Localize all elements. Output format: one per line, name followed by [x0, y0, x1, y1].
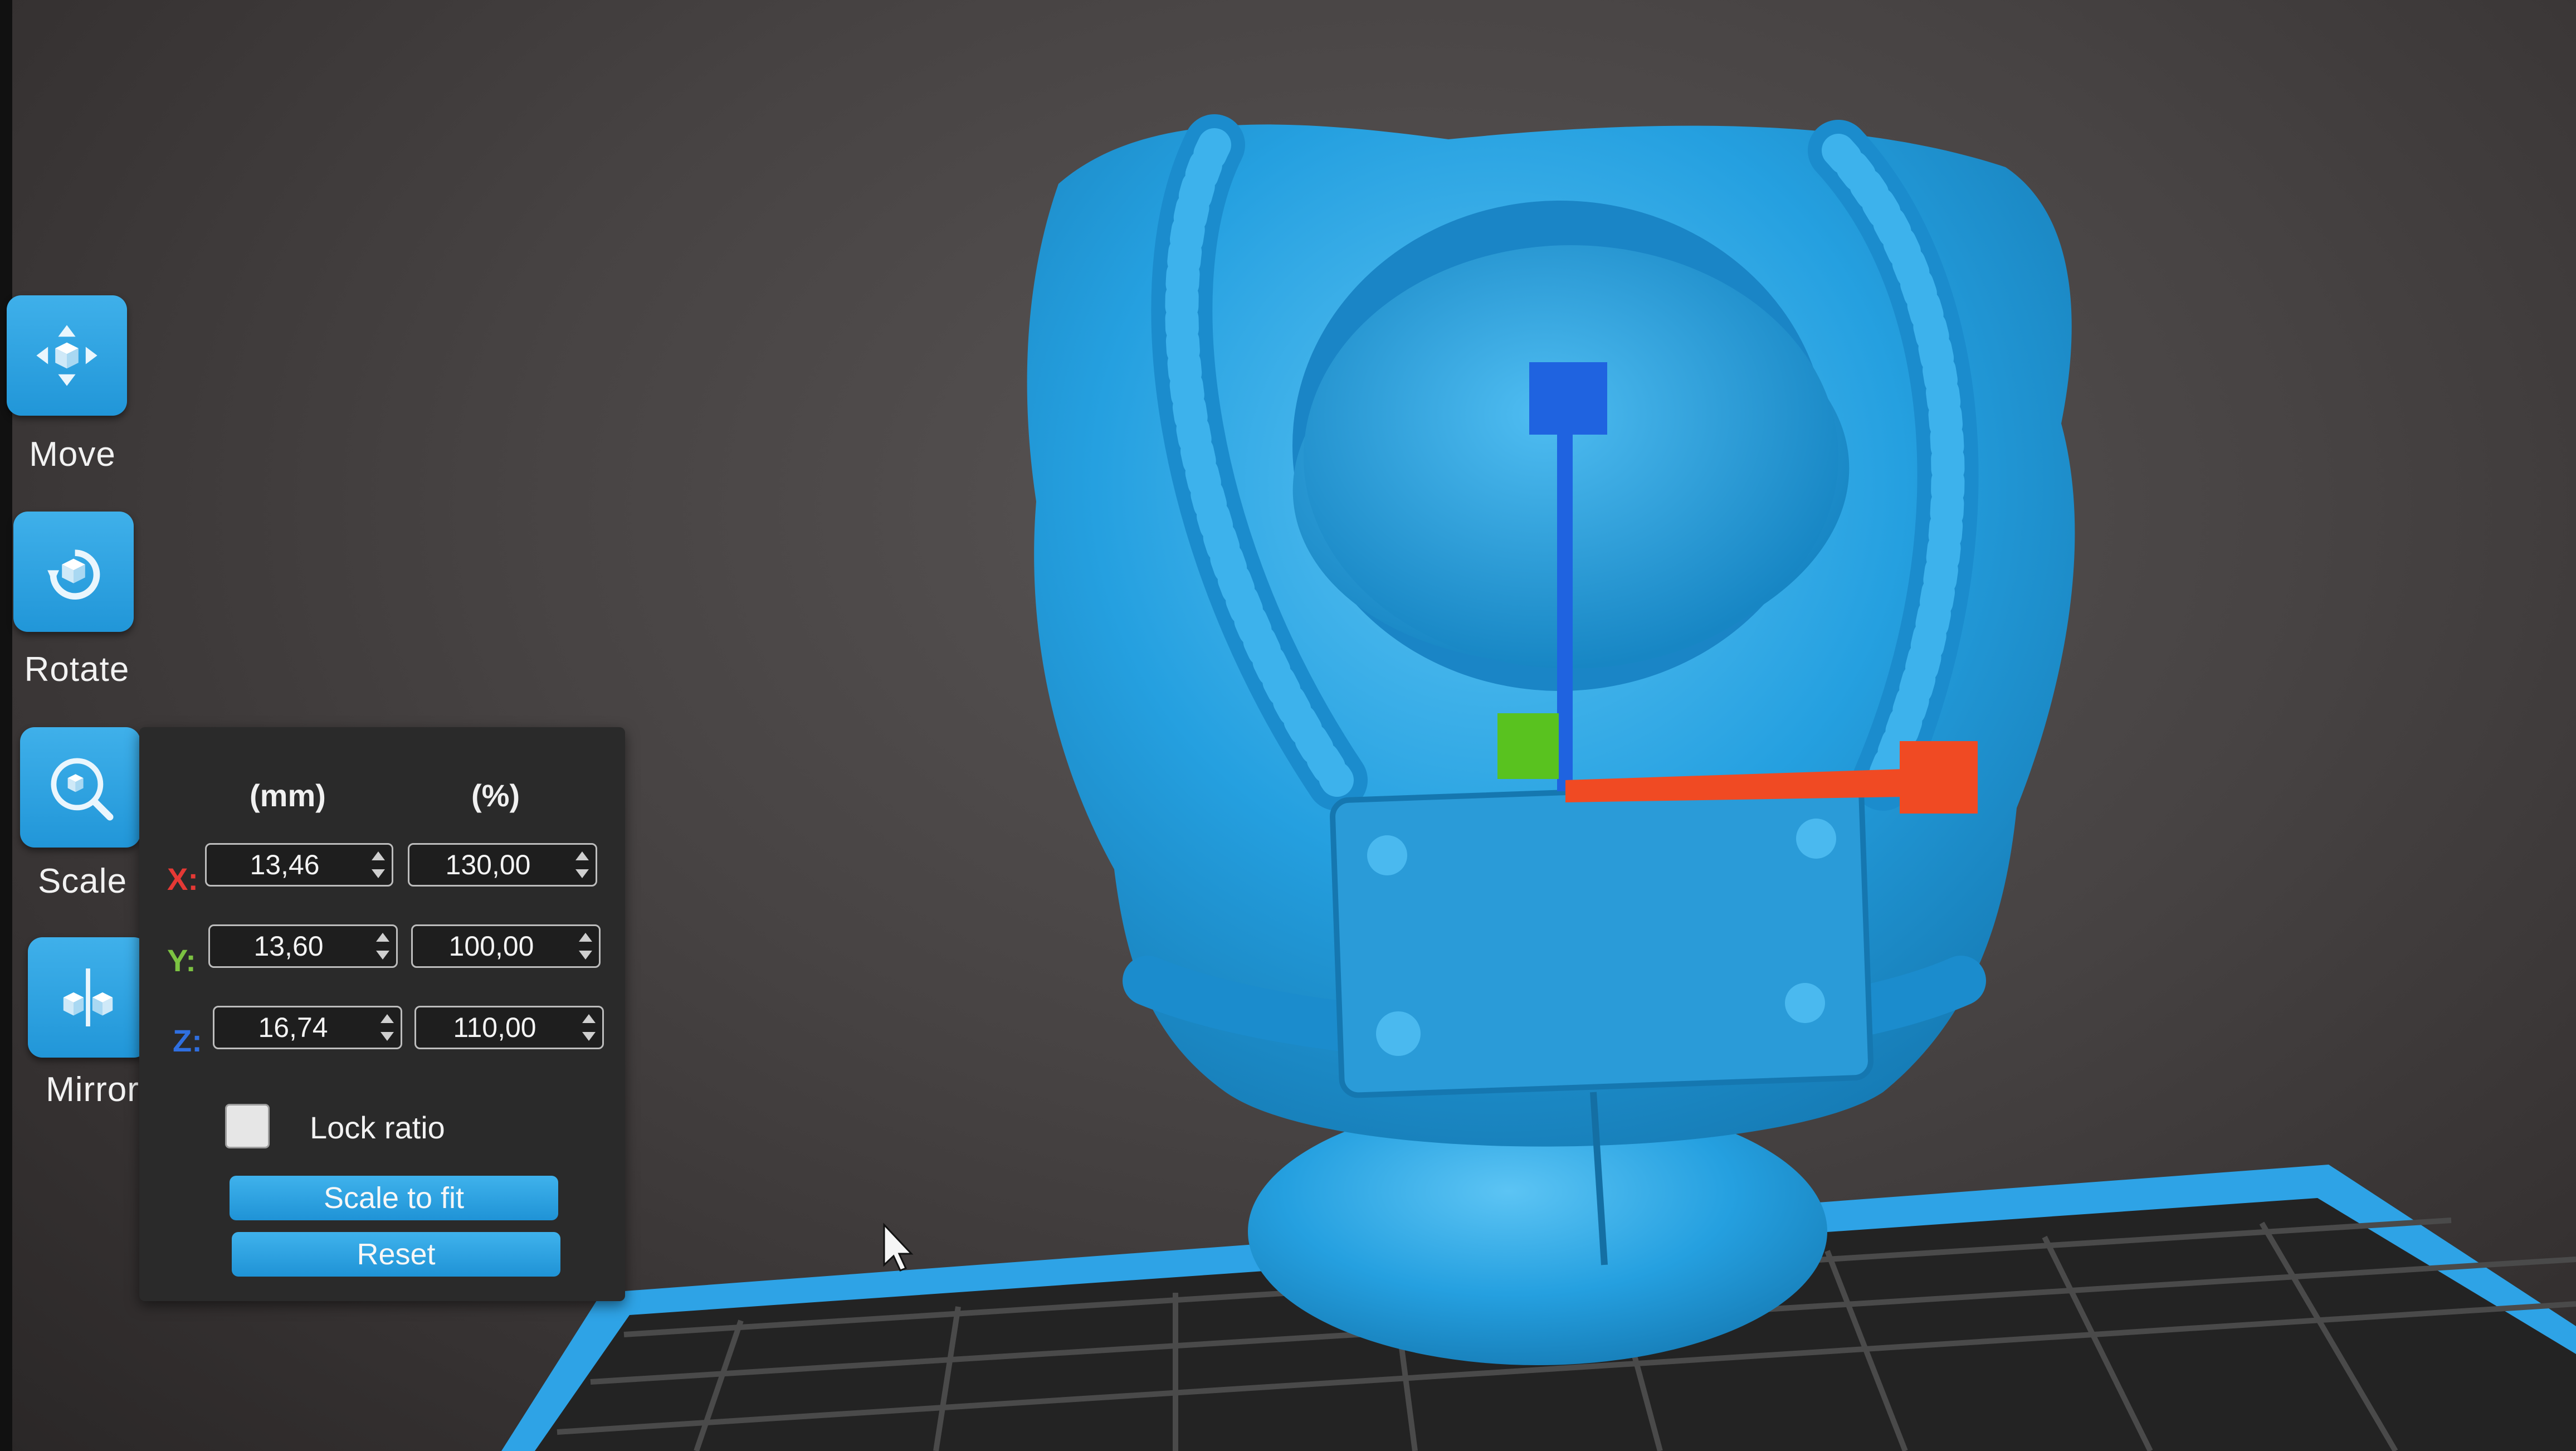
z-percent-input[interactable]: 110,00: [414, 1006, 604, 1049]
gizmo-z-handle: [1529, 362, 1607, 435]
x-percent-value: 130,00: [445, 849, 531, 880]
lock-ratio-label: Lock ratio: [310, 1110, 445, 1145]
scale-icon: [51, 758, 114, 821]
scale-label: Scale: [37, 862, 128, 900]
mm-column-header: (mm): [250, 778, 326, 813]
z-mm-value: 16,74: [258, 1012, 328, 1043]
x-percent-input[interactable]: 130,00: [408, 843, 597, 887]
y-axis-label: Y:: [167, 943, 196, 978]
x-axis-label: X:: [167, 861, 198, 897]
screen-edge: [0, 0, 12, 1451]
y-mm-input[interactable]: 13,60: [208, 924, 398, 968]
gizmo-z-axis: [1557, 379, 1573, 791]
x-mm-value: 13,46: [250, 849, 320, 880]
lock-ratio-checkbox[interactable]: [225, 1104, 270, 1148]
move-icon: [36, 325, 97, 386]
rotate-label: Rotate: [24, 650, 130, 689]
z-percent-value: 110,00: [453, 1012, 536, 1043]
y-mm-spinner[interactable]: [376, 932, 391, 961]
x-percent-spinner[interactable]: [575, 850, 590, 879]
y-percent-input[interactable]: 100,00: [411, 924, 601, 968]
gizmo-x-handle: [1900, 741, 1978, 814]
mirror-icon: [63, 968, 113, 1026]
reset-button[interactable]: Reset: [232, 1232, 560, 1277]
scale-panel: (mm) (%) X: 13,46 130,00 Y: 13,60 100,00…: [139, 727, 625, 1301]
x-mm-input[interactable]: 13,46: [205, 843, 393, 887]
scale-to-fit-button[interactable]: Scale to fit: [230, 1176, 558, 1220]
y-percent-value: 100,00: [448, 931, 534, 962]
rotate-button[interactable]: [13, 512, 134, 632]
rotate-icon: [47, 549, 100, 600]
move-button[interactable]: [7, 295, 127, 416]
z-mm-spinner[interactable]: [380, 1013, 395, 1042]
z-mm-input[interactable]: 16,74: [213, 1006, 402, 1049]
scale-button[interactable]: [20, 727, 140, 848]
x-mm-spinner[interactable]: [372, 850, 386, 879]
mirror-button[interactable]: [28, 937, 148, 1058]
z-percent-spinner[interactable]: [582, 1013, 597, 1042]
mouse-cursor-icon: [883, 1223, 914, 1272]
move-label: Move: [29, 435, 116, 474]
gizmo-y-handle: [1497, 713, 1559, 779]
z-axis-label: Z:: [173, 1023, 202, 1058]
y-mm-value: 13,60: [253, 931, 324, 962]
y-percent-spinner[interactable]: [579, 932, 593, 961]
percent-column-header: (%): [471, 778, 520, 813]
